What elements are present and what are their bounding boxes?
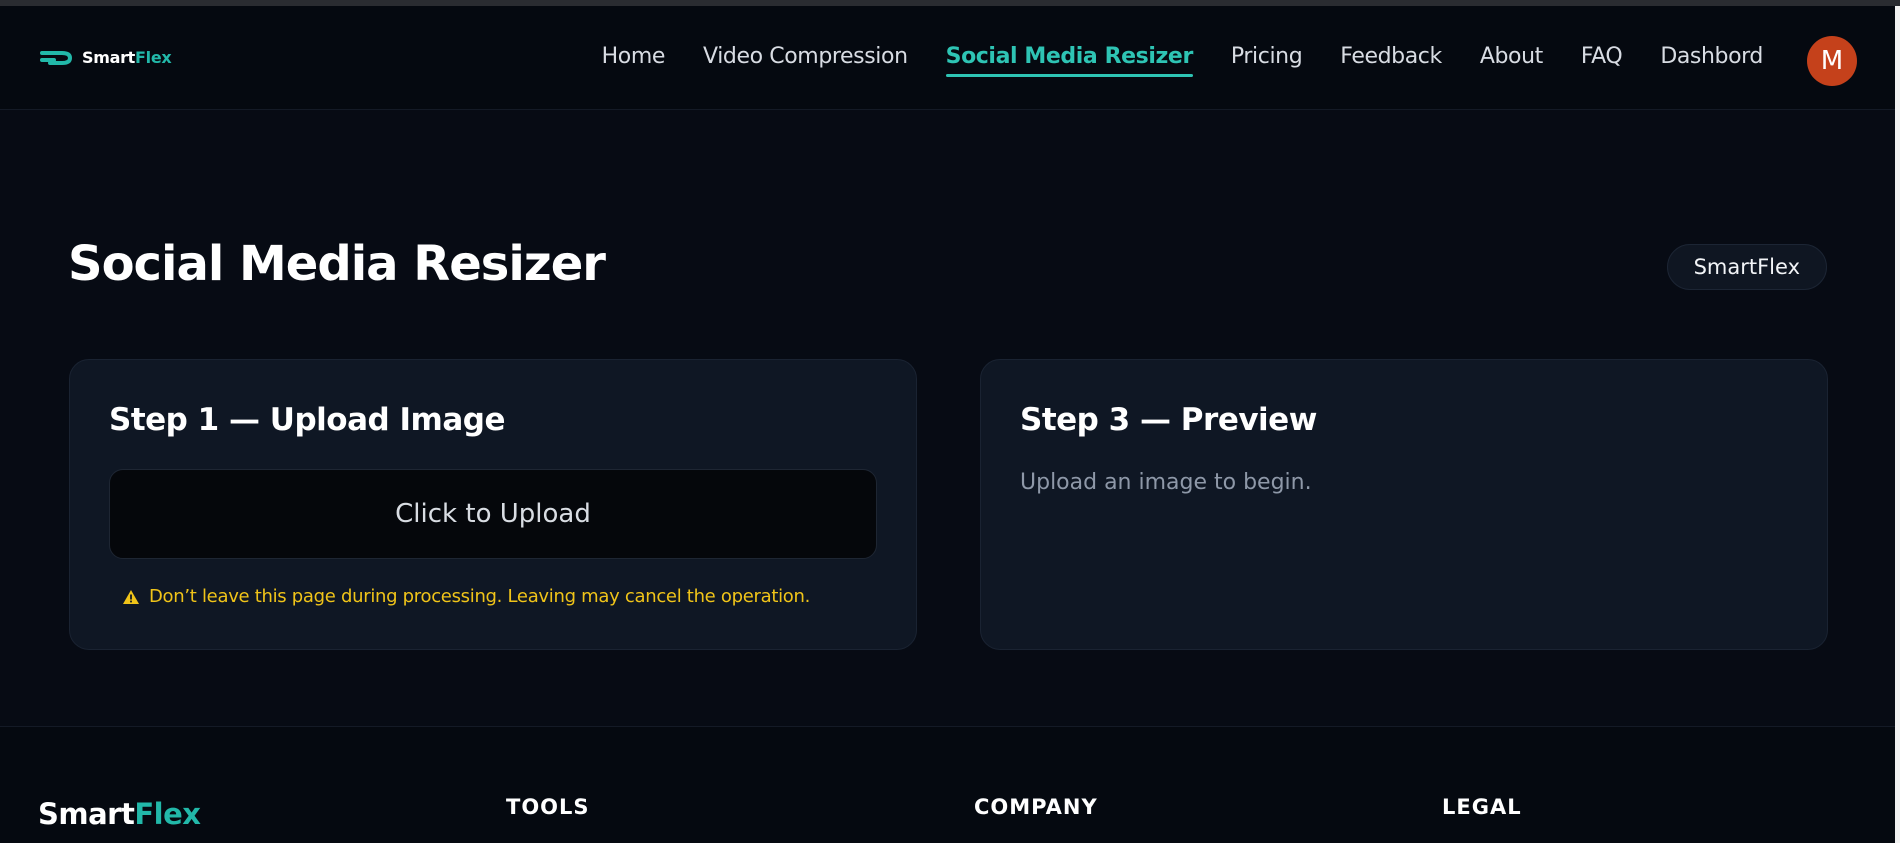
warning-text: Don’t leave this page during processing.… bbox=[149, 586, 811, 607]
preview-card: Step 3 — Preview Upload an image to begi… bbox=[980, 359, 1828, 650]
nav-link-home[interactable]: Home bbox=[602, 44, 666, 77]
brand-pill: SmartFlex bbox=[1666, 244, 1827, 290]
nav-link-faq[interactable]: FAQ bbox=[1581, 44, 1623, 77]
footer: SmartFlex TOOLS COMPANY LEGAL bbox=[0, 726, 1895, 843]
upload-card-title: Step 1 — Upload Image bbox=[109, 402, 505, 438]
footer-heading-legal: LEGAL bbox=[1442, 795, 1522, 819]
nav-link-video-compression[interactable]: Video Compression bbox=[703, 44, 908, 77]
preview-hint: Upload an image to begin. bbox=[1020, 470, 1312, 495]
brand-logo[interactable]: SmartFlex bbox=[40, 48, 172, 67]
logo-icon bbox=[40, 50, 73, 65]
nav-link-pricing[interactable]: Pricing bbox=[1231, 44, 1303, 77]
footer-heading-company: COMPANY bbox=[974, 795, 1098, 819]
top-navbar: SmartFlex Home Video Compression Social … bbox=[0, 6, 1895, 110]
nav-link-feedback[interactable]: Feedback bbox=[1340, 44, 1442, 77]
nav-link-about[interactable]: About bbox=[1480, 44, 1543, 77]
footer-heading-tools: TOOLS bbox=[506, 795, 590, 819]
upload-button[interactable]: Click to Upload bbox=[109, 469, 877, 559]
page-title: Social Media Resizer bbox=[68, 236, 606, 292]
processing-warning: Don’t leave this page during processing.… bbox=[122, 586, 810, 607]
nav-link-dashboard[interactable]: Dashbord bbox=[1660, 44, 1763, 77]
nav-link-social-media-resizer[interactable]: Social Media Resizer bbox=[945, 44, 1193, 77]
upload-card: Step 1 — Upload Image Click to Upload Do… bbox=[69, 359, 917, 650]
page: SmartFlex Home Video Compression Social … bbox=[0, 0, 1900, 843]
nav-links: Home Video Compression Social Media Resi… bbox=[602, 44, 1763, 77]
user-avatar[interactable]: M bbox=[1807, 36, 1857, 86]
warning-icon bbox=[123, 589, 139, 604]
footer-logo[interactable]: SmartFlex bbox=[38, 797, 201, 831]
brand-name: SmartFlex bbox=[82, 48, 172, 67]
preview-card-title: Step 3 — Preview bbox=[1020, 402, 1317, 438]
scrollbar[interactable] bbox=[1895, 6, 1900, 843]
